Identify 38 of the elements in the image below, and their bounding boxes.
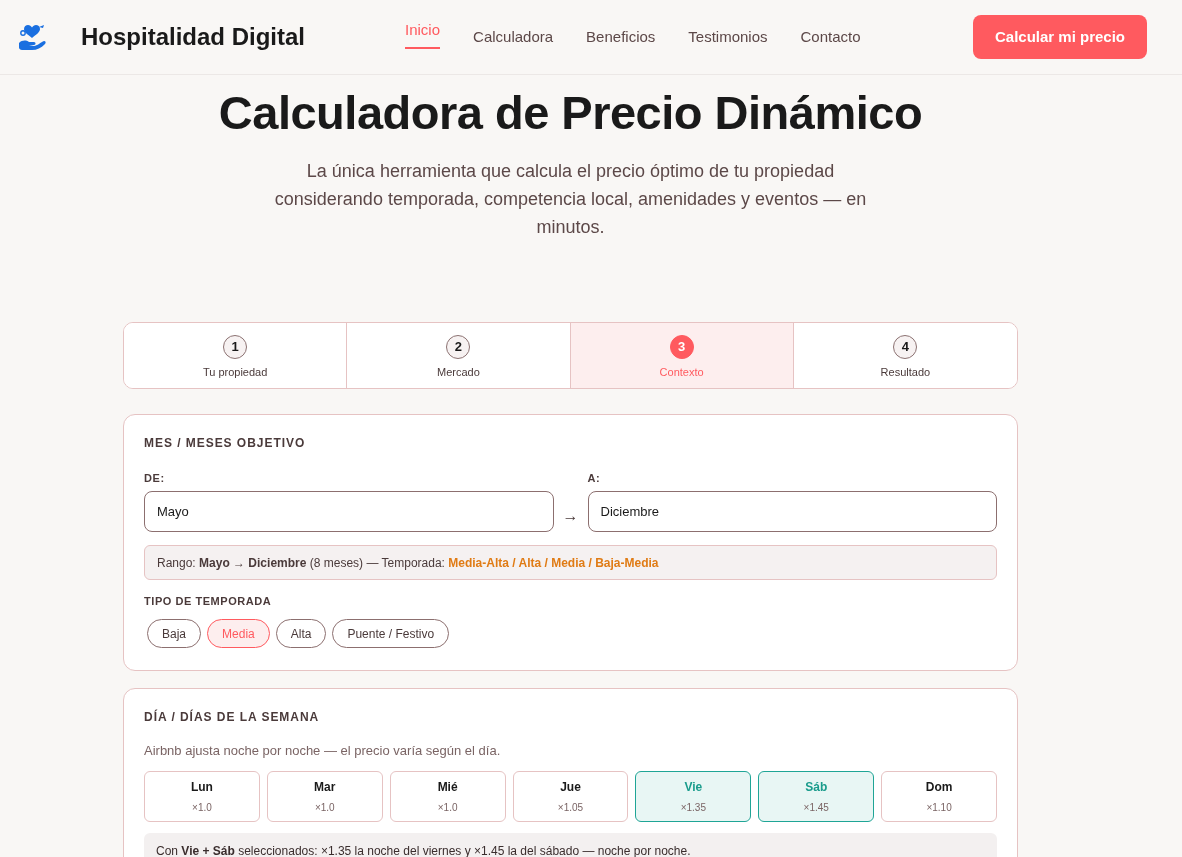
step-label: Mercado <box>436 365 480 380</box>
season-chip[interactable]: Baja <box>147 619 202 648</box>
weekday-option[interactable]: Jue ×1.05 <box>512 771 629 822</box>
page-title: Calculadora de Precio Dinámico <box>217 86 924 139</box>
section-heading: TIPO DE TEMPORADA <box>144 594 273 608</box>
selection-note: Con Vie + Sáb seleccionados: ×1.35 la noche del viernes y ×1.45 la del sábado — noche por noche. <box>144 833 997 857</box>
weekday-option[interactable]: Dom ×1.10 <box>881 771 997 822</box>
step-label: Contexto <box>659 365 704 380</box>
hand-heart-icon <box>18 23 46 51</box>
from-month-field[interactable]: Mayo <box>144 491 554 532</box>
section-heading: DÍA / DÍAS DE LA SEMANA <box>144 709 321 725</box>
step-tab[interactable]: 1 Tu propiedad <box>124 323 348 388</box>
season-chip[interactable]: Puente / Festivo <box>332 619 450 648</box>
season-chip[interactable]: Alta <box>275 619 327 648</box>
step-number: 1 <box>223 335 248 359</box>
field-label: A: <box>587 471 602 485</box>
step-number: 2 <box>446 335 471 359</box>
step-number: 4 <box>893 335 918 359</box>
page-subtitle: La única herramienta que calcula el precio óptimo de tu propiedad considerando temporada, competencia local, amenidades y eventos — en minutos. <box>273 160 868 239</box>
arrow-text: → <box>561 505 580 526</box>
field-label: DE: <box>144 471 166 485</box>
to-month-field[interactable]: Diciembre <box>587 491 997 532</box>
weekday-option[interactable]: Mié ×1.0 <box>389 771 506 822</box>
nav-link[interactable]: Beneficios <box>586 25 656 49</box>
step-number: 3 <box>669 335 694 359</box>
weekday-option[interactable]: Lun ×1.0 <box>144 771 260 822</box>
weekday-option[interactable]: Vie ×1.35 <box>635 771 752 822</box>
step-label: Resultado <box>880 365 931 380</box>
section-heading: MES / MESES OBJETIVO <box>144 435 307 451</box>
range-summary: Rango: Mayo → Diciembre (8 meses) — Temporada: Media-Alta / Alta / Media / Baja-Media <box>144 545 997 580</box>
nav-link[interactable]: Calculadora <box>473 25 554 49</box>
nav-link[interactable]: Contacto <box>800 25 861 49</box>
section-description: Airbnb ajusta noche por noche — el precio varía según el día. <box>144 742 502 760</box>
brand-name: Hospitalidad Digital <box>81 22 305 52</box>
weekday-option[interactable]: Sáb ×1.45 <box>758 771 875 822</box>
step-label: Tu propiedad <box>202 365 268 380</box>
weekday-option[interactable]: Mar ×1.0 <box>266 771 383 822</box>
nav-link[interactable]: Testimonios <box>688 25 768 49</box>
